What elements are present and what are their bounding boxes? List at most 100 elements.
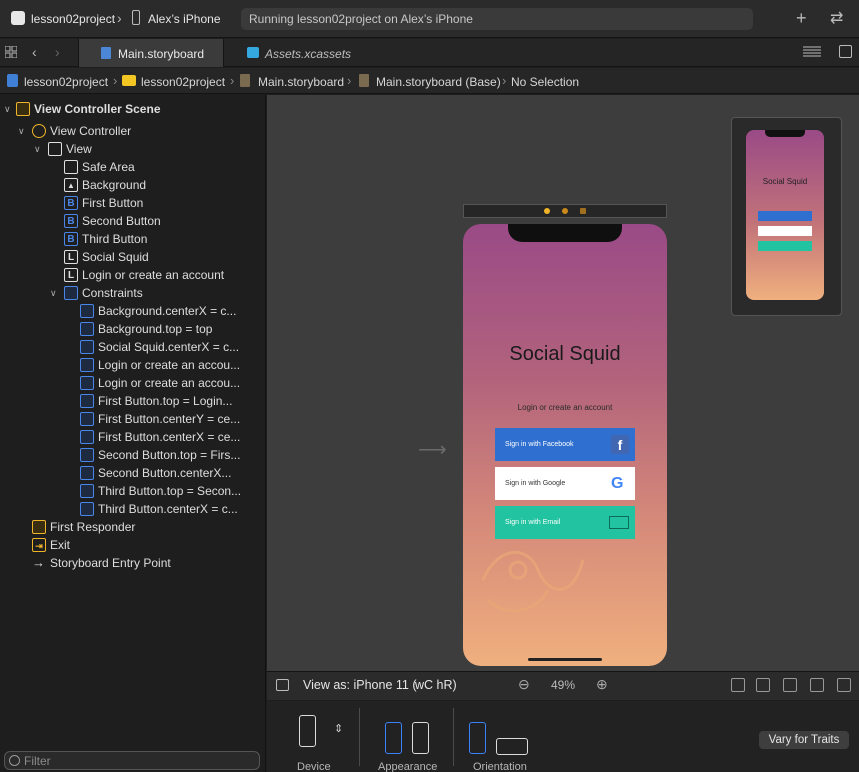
outline-toggle-icon[interactable] <box>276 679 289 691</box>
assets-folder-icon <box>247 47 259 58</box>
first-responder-icon <box>32 520 46 534</box>
constraint-label: Login or create an accou... <box>98 376 241 390</box>
breadcrumb-project[interactable]: lesson02project <box>24 75 108 89</box>
constraint-label: Background.top = top <box>98 322 213 336</box>
constraint-label: Background.centerX = c... <box>98 304 237 318</box>
view-icon <box>48 142 62 156</box>
outline-label: First Button <box>82 196 144 210</box>
filter-icon <box>9 755 20 766</box>
view-controller-dock-icon[interactable] <box>544 208 550 214</box>
divider <box>359 708 360 766</box>
button-icon: B <box>64 232 78 246</box>
size-class-label[interactable]: wC hR) <box>415 678 457 692</box>
swap-arrows-icon[interactable]: ⇄ <box>830 9 843 29</box>
constraint-icon <box>80 466 94 480</box>
add-constraints-icon[interactable] <box>783 678 797 692</box>
constraint-icon <box>80 484 94 498</box>
zoom-in-icon[interactable]: ⊕ <box>596 676 608 693</box>
app-subtitle: Login or create an account <box>517 403 613 412</box>
grid-icon[interactable] <box>5 46 17 58</box>
constraint-label: Second Button.centerX... <box>98 466 232 480</box>
view-controller-icon <box>32 124 46 138</box>
view-as-label[interactable]: View as: iPhone 11 ( <box>303 678 417 692</box>
device-stepper-icon[interactable]: ⇕ <box>334 722 343 735</box>
align-icon[interactable] <box>756 678 770 692</box>
button-icon: B <box>64 214 78 228</box>
vary-for-traits-button[interactable]: Vary for Traits <box>759 731 849 749</box>
constraint-icon <box>80 358 94 372</box>
zoom-level: 49% <box>551 678 576 692</box>
constraint-icon <box>80 340 94 354</box>
constraint-icon <box>80 376 94 390</box>
scheme-name[interactable]: lesson02project <box>31 12 115 26</box>
back-chevron-icon[interactable]: ‹ <box>32 44 37 60</box>
add-icon[interactable]: + <box>796 8 807 28</box>
editor-options-icon[interactable] <box>803 46 821 58</box>
home-indicator <box>528 658 602 661</box>
constraint-label: First Button.top = Login... <box>98 394 233 408</box>
landscape-orientation-icon[interactable] <box>496 738 528 755</box>
label-icon: L <box>64 268 78 282</box>
entry-point-arrow-icon[interactable]: ⟶ <box>418 437 447 462</box>
light-appearance-icon[interactable] <box>385 722 402 754</box>
constraint-label: Social Squid.centerX = c... <box>98 340 240 354</box>
minimap-button <box>758 211 812 221</box>
zoom-out-icon[interactable]: ⊖ <box>518 676 530 693</box>
orientation-label: Orientation <box>473 761 527 772</box>
outline-label: Background <box>82 178 147 192</box>
constraint-label: Third Button.top = Secon... <box>98 484 242 498</box>
split-editor-icon[interactable] <box>839 45 852 58</box>
exit-dock-icon[interactable] <box>580 208 586 214</box>
disclosure-open-icon[interactable]: ∨ <box>50 284 57 302</box>
image-icon: ▲ <box>64 178 78 192</box>
scene-label: View Controller Scene <box>34 102 161 116</box>
squid-decoration <box>481 551 585 613</box>
label-icon: L <box>64 250 78 264</box>
breadcrumb-group[interactable]: lesson02project <box>141 75 225 89</box>
constraint-label: Second Button.top = Firs... <box>98 448 241 462</box>
constraints-icon <box>64 286 78 300</box>
dark-appearance-icon[interactable] <box>412 722 429 754</box>
outline-label: Social Squid <box>82 250 149 264</box>
app-icon[interactable] <box>11 11 25 25</box>
constraint-icon <box>80 448 94 462</box>
constraint-icon <box>80 430 94 444</box>
activity-text: Running lesson02project on Alex’s iPhone <box>249 12 473 26</box>
breadcrumb-file[interactable]: Main.storyboard <box>258 75 344 89</box>
forward-chevron-icon[interactable]: › <box>55 44 60 60</box>
constraint-label: Login or create an accou... <box>98 358 241 372</box>
resolve-issues-icon[interactable] <box>810 678 824 692</box>
update-frames-icon[interactable] <box>731 678 745 692</box>
constraint-label: Third Button.centerX = c... <box>98 502 238 516</box>
disclosure-open-icon[interactable]: ∨ <box>18 122 25 140</box>
disclosure-open-icon[interactable]: ∨ <box>4 100 11 118</box>
breadcrumb-separator: › <box>230 73 235 88</box>
storyboard-icon <box>240 74 250 87</box>
tab-label[interactable]: Main.storyboard <box>118 47 204 61</box>
outline-label: Third Button <box>82 232 148 246</box>
entry-arrow-icon: → <box>32 555 45 570</box>
embed-in-icon[interactable] <box>837 678 851 692</box>
divider <box>453 708 454 766</box>
google-icon: G <box>611 475 624 492</box>
device-phone-icon[interactable] <box>299 715 316 747</box>
device-name[interactable]: Alex’s iPhone <box>148 12 221 26</box>
outline-label: Safe Area <box>82 160 135 174</box>
disclosure-open-icon[interactable]: ∨ <box>34 140 41 158</box>
project-icon <box>7 74 18 87</box>
outline-label: Login or create an account <box>82 268 225 282</box>
iphone-icon[interactable] <box>132 10 140 25</box>
constraint-icon <box>80 322 94 336</box>
first-responder-dock-icon[interactable] <box>562 208 568 214</box>
constraint-icon <box>80 412 94 426</box>
outline-label: First Responder <box>50 520 136 534</box>
tab-assets[interactable]: Assets.xcassets <box>265 47 351 61</box>
breadcrumb-base[interactable]: Main.storyboard (Base) <box>376 75 501 89</box>
constraint-icon <box>80 502 94 516</box>
exit-icon: ⇥ <box>32 538 46 552</box>
portrait-orientation-icon[interactable] <box>469 722 486 754</box>
outline-label: Storyboard Entry Point <box>50 556 171 570</box>
minimap-button <box>758 241 812 251</box>
storyboard-base-icon <box>359 74 369 87</box>
breadcrumb-selection[interactable]: No Selection <box>511 75 579 89</box>
